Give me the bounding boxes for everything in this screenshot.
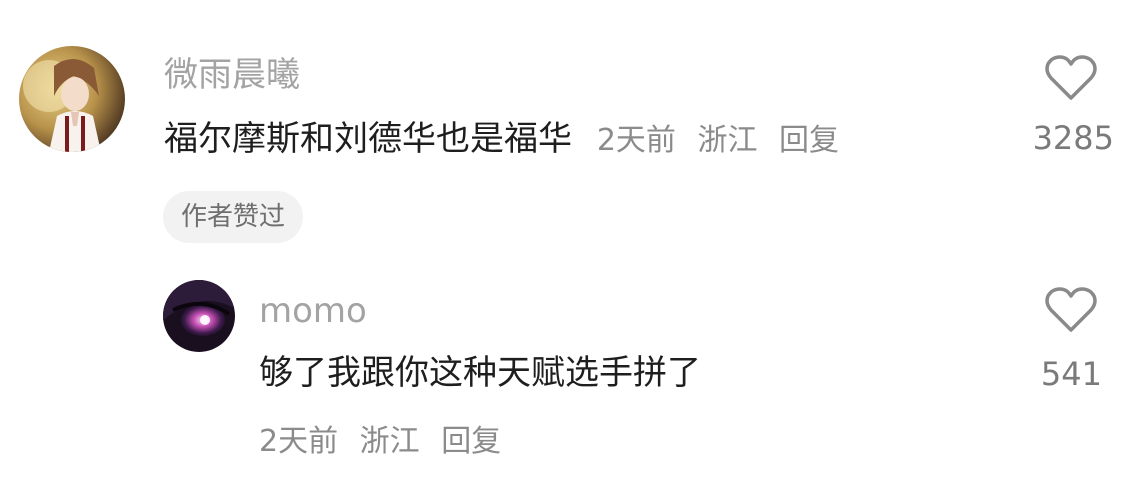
- like-count: 541: [1040, 355, 1102, 393]
- reply-button[interactable]: 回复: [441, 424, 501, 459]
- comment-location: 浙江: [359, 424, 420, 459]
- reply-button[interactable]: 回复: [779, 123, 839, 158]
- comment-meta: 2天前 浙江 回复: [597, 123, 851, 158]
- comment-meta: 2天前 浙江 回复: [259, 422, 513, 462]
- comment-1: 微雨晨曦 福尔摩斯和刘德华也是福华 2天前 浙江 回复 作者赞过 3285: [0, 0, 1142, 260]
- comment-text: 够了我跟你这种天赋选手拼了: [259, 353, 701, 393]
- username[interactable]: momo: [259, 291, 367, 331]
- user-avatar[interactable]: [163, 280, 235, 352]
- username[interactable]: 微雨晨曦: [164, 55, 300, 95]
- anime-girl-eye-avatar-icon: [163, 280, 235, 352]
- like-count: 3285: [1032, 119, 1114, 157]
- comment-location: 浙江: [697, 123, 758, 158]
- comment-time: 2天前: [259, 424, 339, 459]
- reply-comment: momo 够了我跟你这种天赋选手拼了 2天前 浙江 回复 541: [0, 260, 1142, 486]
- anime-boy-avatar-icon: [19, 46, 125, 152]
- comment-text: 福尔摩斯和刘德华也是福华: [164, 119, 572, 159]
- heart-outline-icon[interactable]: [1044, 286, 1098, 334]
- heart-outline-icon[interactable]: [1044, 54, 1098, 102]
- comment-body: 福尔摩斯和刘德华也是福华 2天前 浙江 回复: [164, 117, 851, 161]
- user-avatar[interactable]: [19, 46, 125, 152]
- author-liked-badge: 作者赞过: [163, 191, 304, 243]
- comment-time: 2天前: [596, 123, 676, 158]
